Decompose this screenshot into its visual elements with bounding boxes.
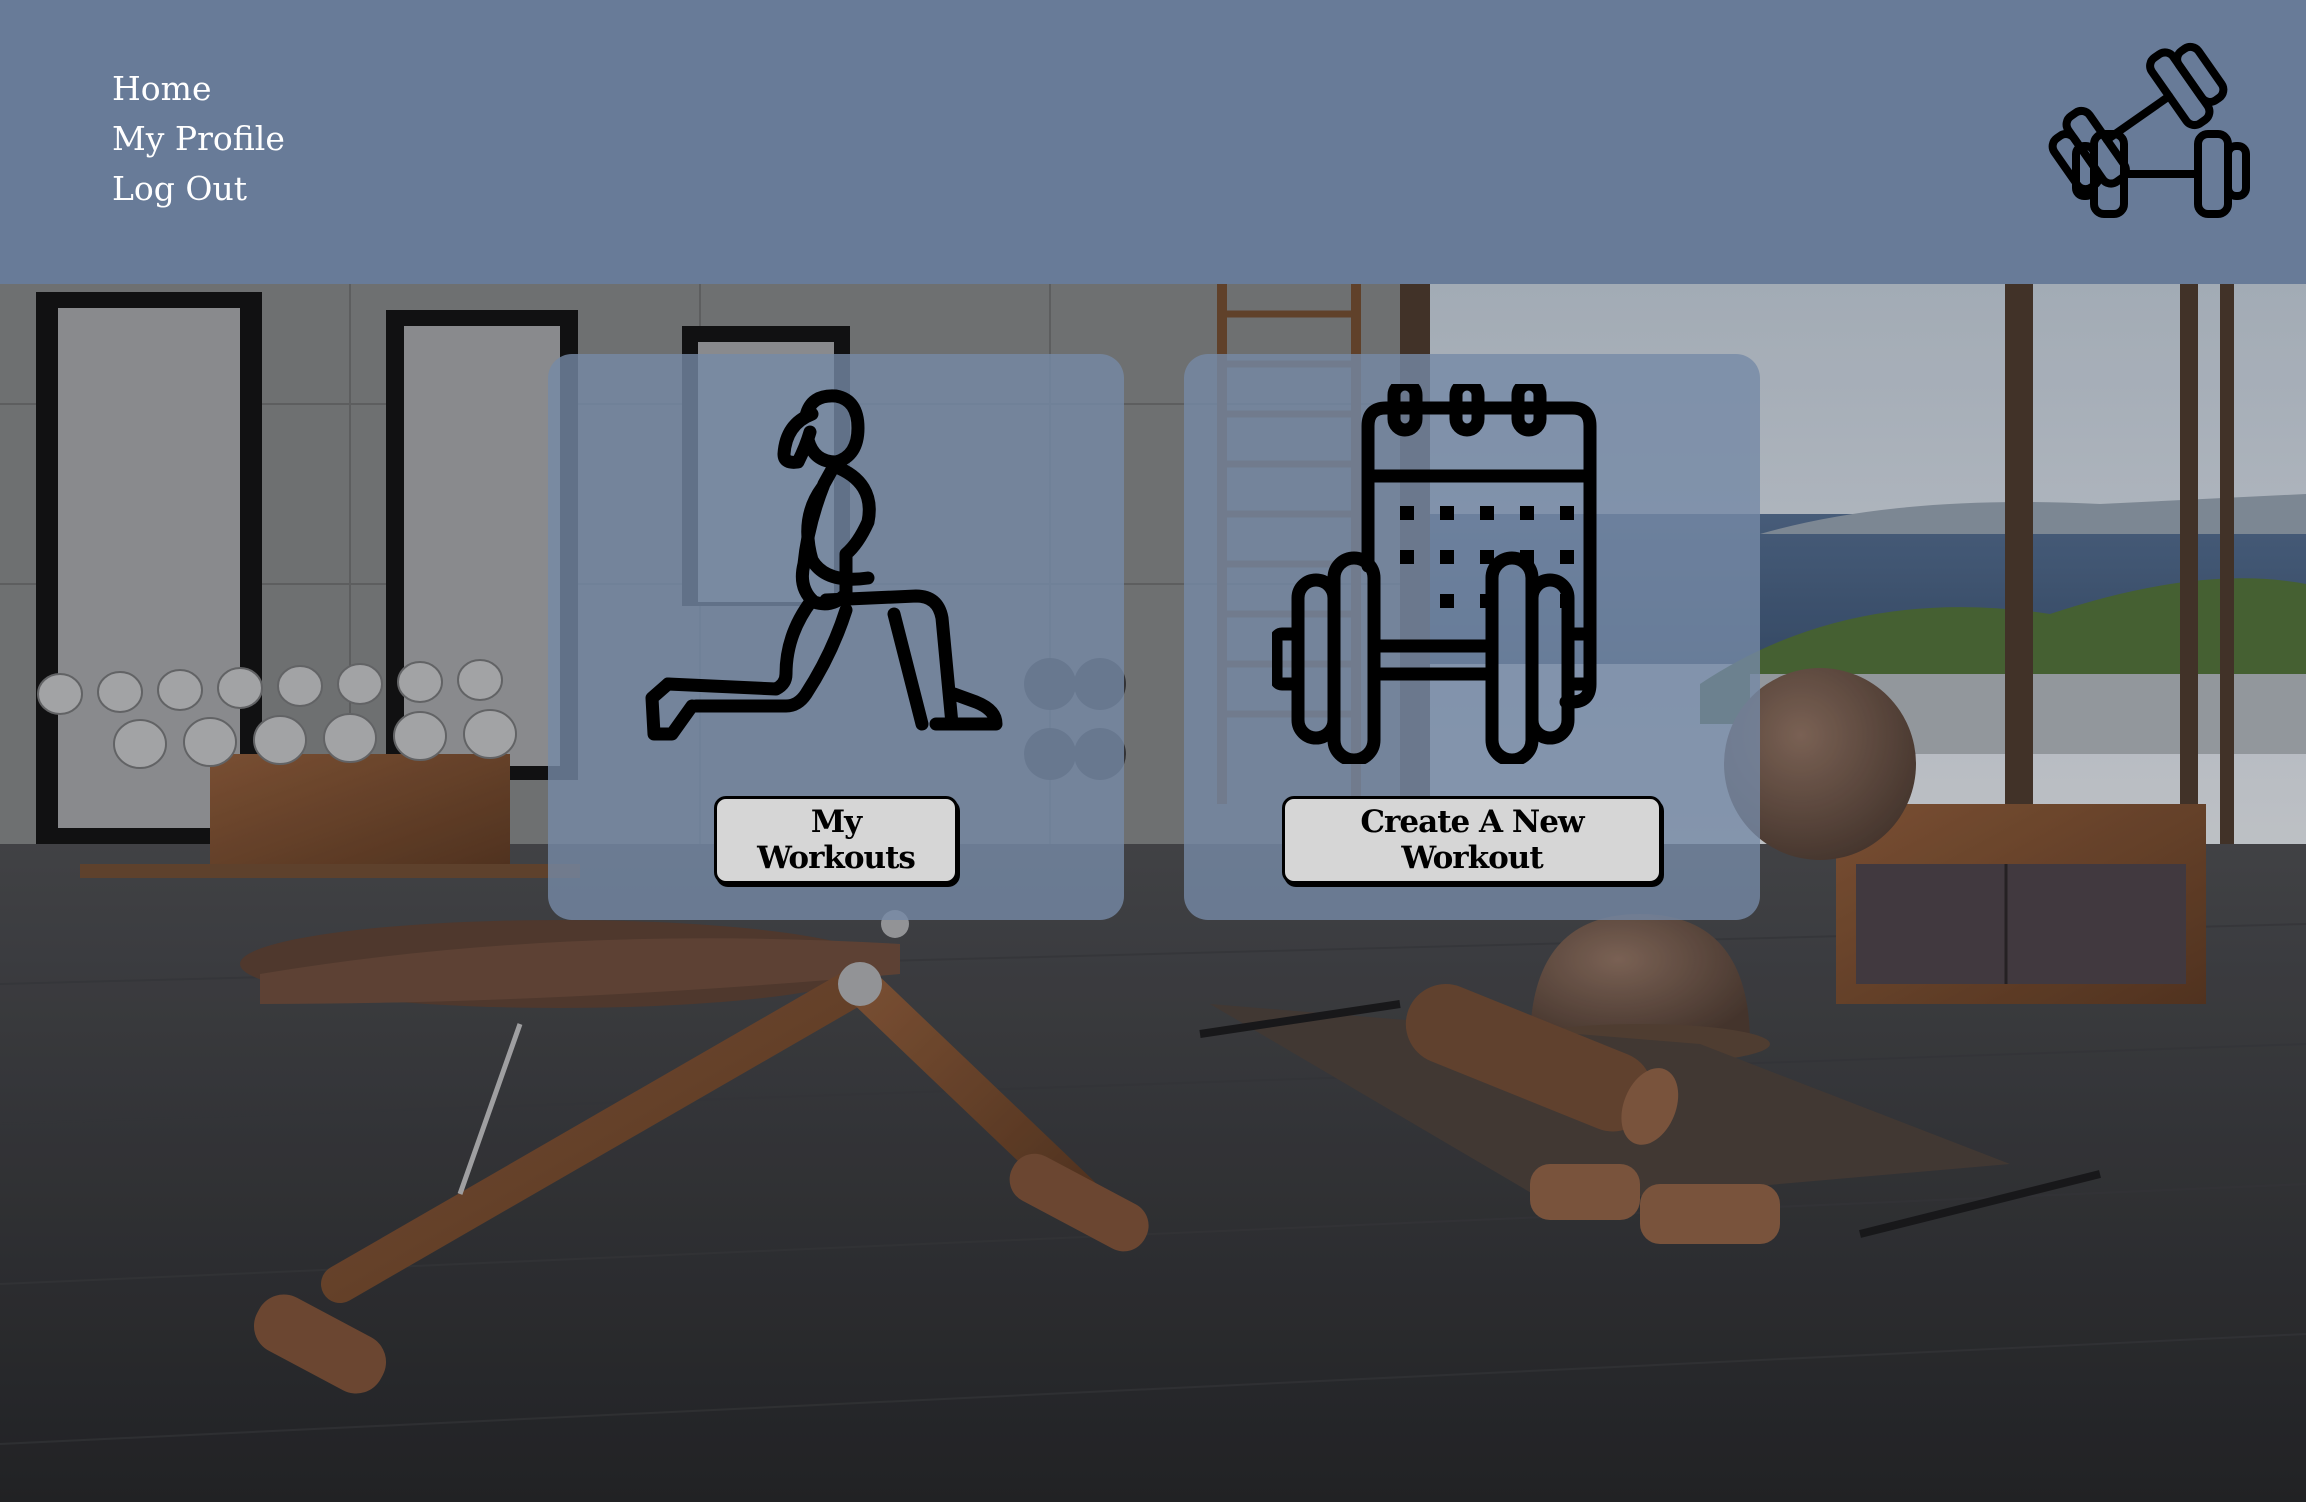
my-workouts-button[interactable]: My Workouts — [714, 796, 958, 884]
main-nav: Home My Profile Log Out — [112, 64, 285, 214]
top-header: Home My Profile Log Out — [0, 0, 2306, 284]
nav-logout-link[interactable]: Log Out — [112, 164, 285, 214]
gym-background-image — [0, 284, 2306, 1502]
create-workout-button[interactable]: Create A New Workout — [1282, 796, 1662, 884]
lunge-exercise-icon — [645, 389, 1003, 741]
dumbbells-icon[interactable] — [2048, 38, 2268, 222]
my-workouts-card: My Workouts — [548, 354, 1124, 920]
nav-home-link[interactable]: Home — [112, 64, 285, 114]
calendar-dumbbell-icon — [1272, 384, 1597, 764]
create-workout-card: Create A New Workout — [1184, 354, 1760, 920]
nav-profile-link[interactable]: My Profile — [112, 114, 285, 164]
